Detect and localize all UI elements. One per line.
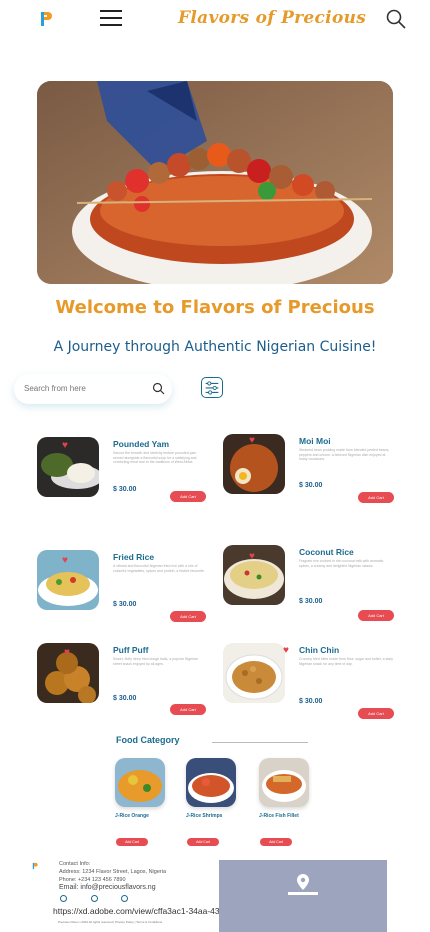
favorite-heart-icon[interactable]: ♥ [283,645,289,656]
j-rice-fish-fillet-image [259,758,309,807]
add-cart-button[interactable]: Add Cart [116,838,148,846]
food-price: $ 30.00 [299,698,323,705]
add-cart-button[interactable]: Add Cart [170,704,206,715]
food-description: Savour the smooth and stretchy texture p… [113,451,197,464]
food-description: Crunchy fried bites made from flour, sug… [299,657,393,666]
copyright: Precious Flavor | 2024 All rights reserv… [58,920,163,924]
food-price: $ 30.00 [113,486,137,493]
contact-email[interactable]: Email: info@preciousflavors.ng [59,884,166,892]
add-cart-button[interactable]: Add Cart [358,610,394,621]
food-name: Puff Puff [113,645,149,655]
instagram-icon[interactable] [91,895,98,902]
food-card-fried-rice[interactable]: ♥ Fried Rice A vibrant and flavourful Ni… [37,550,217,622]
j-rice-shrimps-image [186,758,236,807]
food-card-coconut-rice[interactable]: ♥ Coconut Rice Fragrant rice cooked in r… [223,545,403,621]
favorite-heart-icon[interactable]: ♥ [249,551,255,562]
welcome-heading: Welcome to Flavors of Precious [55,297,375,318]
p-logo-icon[interactable] [38,10,54,28]
hero-image [37,81,393,284]
filter-icon[interactable] [201,377,223,398]
add-cart-button[interactable]: Add Cart [358,492,394,503]
pounded-yam-image [37,437,99,497]
add-cart-button[interactable]: Add Cart [187,838,219,846]
hamburger-menu-icon[interactable] [100,10,122,26]
contact-label: Contact Info: [59,861,91,867]
add-cart-button[interactable]: Add Cart [358,708,394,719]
location-map[interactable] [219,860,387,932]
food-name: Moi Moi [299,436,331,446]
food-price: $ 30.00 [299,598,323,605]
food-name: Chin Chin [299,645,340,655]
favorite-heart-icon[interactable]: ♥ [64,647,70,658]
search-input[interactable] [24,380,144,396]
contact-info: Contact Info: Address: 1234 Flavor Stree… [59,860,166,892]
food-name: Pounded Yam [113,439,170,449]
contact-phone: Phone: +234 123 456 7890 [59,877,126,883]
chin-chin-image [223,643,285,703]
food-card-chin-chin[interactable]: ♥ Chin Chin Crunchy fried bites made fro… [223,643,403,719]
food-name: Coconut Rice [299,547,354,557]
favorite-heart-icon[interactable]: ♥ [62,440,68,451]
food-card-pounded-yam[interactable]: ♥ Pounded Yam Savour the smooth and stre… [37,437,217,507]
category-name: J-Rice Shrimps [186,813,223,819]
contact-address: Address: 1234 Flavor Street, Lagos, Nige… [59,869,167,875]
food-price: $ 30.00 [113,601,137,608]
p-logo-icon [32,862,38,870]
add-cart-button[interactable]: Add Cart [260,838,292,846]
favorite-heart-icon[interactable]: ♥ [249,435,255,446]
favorite-heart-icon[interactable]: ♥ [62,555,68,566]
search-icon[interactable] [386,9,406,29]
food-price: $ 30.00 [299,482,323,489]
category-item-j-rice-orange[interactable]: J-Rice Orange Add Cart [115,758,167,846]
brand-title[interactable]: Flavors of Precious [178,8,366,28]
food-category-heading: Food Category [116,735,180,745]
search-bar [14,374,172,404]
category-item-j-rice-fish-fillet[interactable]: J-Rice Fish Fillet Add Cart [259,758,311,846]
food-card-puff-puff[interactable]: ♥ Puff Puff Sweet, fluffy deep fried dou… [37,643,217,715]
facebook-icon[interactable] [60,895,67,902]
food-description: Fragrant rice cooked in rich coconut mil… [299,559,384,568]
food-name: Fried Rice [113,552,155,562]
category-name: J-Rice Orange [115,813,149,819]
add-cart-button[interactable]: Add Cart [170,491,206,502]
divider [212,742,308,743]
fried-rice-image [37,550,99,610]
map-label-bar [288,892,318,895]
food-description: A vibrant and flavourful Nigerian fried … [113,564,205,573]
category-name: J-Rice Fish Fillet [259,813,299,819]
search-icon[interactable] [152,382,165,395]
category-item-j-rice-shrimps[interactable]: J-Rice Shrimps Add Cart [186,758,238,846]
map-pin-icon [297,874,309,890]
add-cart-button[interactable]: Add Cart [170,611,206,622]
twitter-icon[interactable] [121,895,128,902]
header: Flavors of Precious [0,0,430,40]
j-rice-orange-image [115,758,165,807]
food-description: Steamed bean pudding made from blended p… [299,448,390,461]
food-card-moi-moi[interactable]: ♥ Moi Moi Steamed bean pudding made from… [223,434,403,504]
subtitle: A Journey through Authentic Nigerian Cui… [53,339,377,355]
food-description: Sweet, fluffy deep fried dough balls, a … [113,657,198,666]
food-price: $ 30.00 [113,695,137,702]
